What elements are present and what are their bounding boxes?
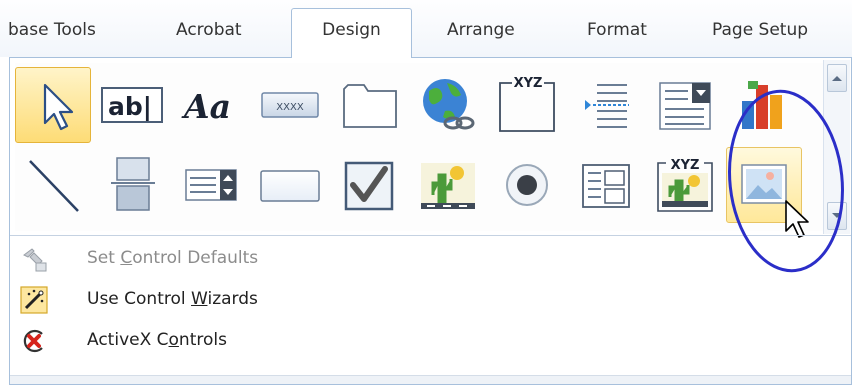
access-key: W <box>191 289 208 309</box>
subform-icon <box>582 164 630 208</box>
resize-gripper[interactable] <box>10 375 851 384</box>
tab-design[interactable]: Design <box>291 8 412 58</box>
insert-page-break-icon <box>585 84 629 128</box>
list-box-icon <box>185 169 237 201</box>
button-tool-button[interactable]: XXXX <box>252 67 328 143</box>
control-defaults-icon <box>23 248 47 272</box>
chevron-up-icon <box>832 76 842 81</box>
hyperlink-tool-button[interactable] <box>410 67 486 143</box>
text-box-tool-button[interactable]: ab| <box>94 67 170 143</box>
svg-text:Aa: Aa <box>181 87 231 126</box>
bound-object-frame-icon: XYZ <box>657 158 713 212</box>
annotation-circle <box>728 89 844 273</box>
magic-wand-icon <box>20 286 48 314</box>
label-icon: Aa <box>181 87 231 126</box>
text-box-icon: ab| <box>101 87 163 123</box>
option-group-icon: XYZ <box>499 76 555 132</box>
rectangle-tool-button[interactable] <box>252 147 328 223</box>
bound-object-frame-tool-button[interactable]: XYZ <box>647 147 723 223</box>
tab-arrange[interactable]: Arrange <box>447 20 515 40</box>
select-tool-button[interactable] <box>15 67 91 143</box>
svg-text:ab|: ab| <box>108 92 152 121</box>
subform-tool-button[interactable] <box>568 147 644 223</box>
menu-label-activex-controls: ActiveX Controls <box>87 330 227 350</box>
label-tool-button[interactable]: Aa <box>173 67 249 143</box>
tab-format[interactable]: Format <box>587 20 647 40</box>
option-group-tool-button[interactable]: XYZ <box>489 67 565 143</box>
rectangle-icon <box>260 170 320 202</box>
svg-text:XYZ: XYZ <box>671 158 700 173</box>
unbound-object-frame-icon <box>421 163 475 209</box>
option-button-icon <box>506 164 548 206</box>
ribbon-tab-strip: base Tools Acrobat Design Arrange Format… <box>0 0 852 58</box>
option-button-tool-button[interactable] <box>489 147 565 223</box>
check-box-icon <box>344 161 394 211</box>
check-box-tool-button[interactable] <box>331 147 407 223</box>
combo-box-tool-button[interactable] <box>647 67 723 143</box>
activex-icon <box>23 329 43 353</box>
line-tool-button[interactable] <box>15 147 91 223</box>
tab-database-tools[interactable]: base Tools <box>8 20 96 40</box>
button-icon: XXXX <box>261 92 319 118</box>
access-key: C <box>120 248 133 268</box>
access-key: o <box>168 330 179 350</box>
svg-text:XYZ: XYZ <box>514 76 543 91</box>
tab-acrobat[interactable]: Acrobat <box>176 20 242 40</box>
toggle-button-tool-button[interactable] <box>94 147 170 223</box>
svg-text:XXXX: XXXX <box>276 102 304 113</box>
menu-item-activex-controls[interactable]: ActiveX Controls <box>10 319 851 361</box>
menu-label-set-control-defaults: Set Control Defaults <box>87 248 259 268</box>
tab-page-setup[interactable]: Page Setup <box>712 20 808 40</box>
toggle-button-icon <box>111 157 155 211</box>
line-icon <box>29 160 79 212</box>
page-break-tool-button[interactable] <box>568 67 644 143</box>
tab-control-icon <box>343 84 397 128</box>
menu-label-use-control-wizards: Use Control Wizards <box>87 289 258 309</box>
select-arrow-icon <box>43 83 74 131</box>
combo-box-icon <box>659 82 711 130</box>
hyperlink-icon <box>423 79 475 130</box>
list-box-tool-button[interactable] <box>173 147 249 223</box>
unbound-object-frame-tool-button[interactable] <box>410 147 486 223</box>
tab-control-tool-button[interactable] <box>331 67 407 143</box>
